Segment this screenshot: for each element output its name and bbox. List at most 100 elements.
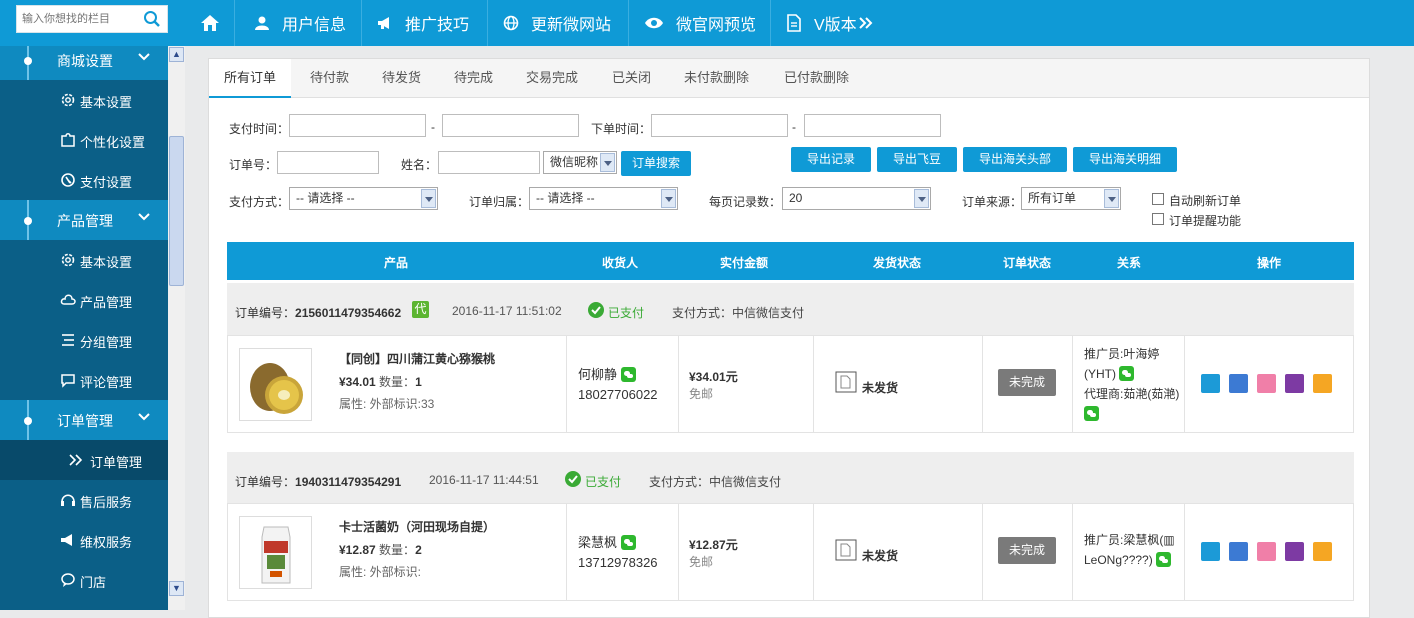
order-status-button[interactable]: 未完成 xyxy=(998,369,1056,396)
dai-badge: 代 xyxy=(412,301,429,318)
reminder-checkbox[interactable] xyxy=(1152,213,1164,225)
home-button[interactable] xyxy=(185,0,235,46)
pay-method-select[interactable]: -- 请选择 -- xyxy=(289,187,438,210)
auto-refresh-checkbox[interactable] xyxy=(1152,193,1164,205)
sidebar-group-label: 订单管理 xyxy=(57,413,113,429)
tab-completed[interactable]: 交易完成 xyxy=(526,59,578,98)
product-image[interactable] xyxy=(239,516,312,589)
nav-user-info[interactable]: 用户信息 xyxy=(236,0,362,46)
order-time-start-input[interactable] xyxy=(651,114,788,137)
product-price: ¥12.87 xyxy=(339,543,376,557)
truck-icon[interactable] xyxy=(1285,542,1304,561)
order-owner-label: 订单归属： xyxy=(469,195,530,209)
sidebar-group-mall-settings[interactable]: 商城设置 xyxy=(0,46,168,80)
product-name[interactable]: 卡士活菌奶（河田现场自提） xyxy=(339,518,495,535)
order-status-button[interactable]: 未完成 xyxy=(998,537,1056,564)
order-owner-select[interactable]: -- 请选择 -- xyxy=(529,187,678,210)
pencil-icon[interactable] xyxy=(1257,542,1276,561)
order-search-button[interactable]: 订单搜索 xyxy=(621,151,691,176)
search-box[interactable] xyxy=(16,5,168,33)
puzzle-icon xyxy=(61,133,75,147)
wechat-icon[interactable] xyxy=(620,367,636,382)
sidebar-scrollbar[interactable]: ▲ ▼ xyxy=(168,46,185,610)
wechat-icon[interactable] xyxy=(620,535,636,550)
tab-unpaid-deleted[interactable]: 未付款删除 xyxy=(684,59,749,98)
edit-order-icon[interactable] xyxy=(1229,374,1248,393)
reminder-label: 订单提醒功能 xyxy=(1169,214,1242,228)
sidebar-item-product-basic-settings[interactable]: 基本设置 xyxy=(0,240,168,280)
page-size-select[interactable]: 20 xyxy=(782,187,931,210)
truck-icon[interactable] xyxy=(1285,374,1304,393)
double-chevron-icon xyxy=(858,17,873,29)
sidebar-item-products[interactable]: 产品管理 xyxy=(0,280,168,320)
nav-update-site[interactable]: 更新微网站 xyxy=(488,0,629,46)
tab-pending-payment[interactable]: 待付款 xyxy=(310,59,349,98)
sidebar-group-product-management[interactable]: 产品管理 xyxy=(0,200,168,240)
wechat-icon[interactable] xyxy=(1119,366,1135,381)
export-records-button[interactable]: 导出记录 xyxy=(791,147,871,172)
nav-label: 推广技巧 xyxy=(405,17,470,34)
sidebar-item-groups[interactable]: 分组管理 xyxy=(0,320,168,360)
product-qty: 2 xyxy=(415,543,422,557)
name-type-select[interactable]: 微信昵称 xyxy=(543,151,617,174)
tab-all-orders[interactable]: 所有订单 xyxy=(209,59,291,98)
sidebar-item-personalize[interactable]: 个性化设置 xyxy=(0,120,168,160)
gear-icon xyxy=(61,253,75,267)
order-no-label: 订单号： xyxy=(229,158,278,172)
sidebar-group-order-management[interactable]: 订单管理 xyxy=(0,400,168,440)
search-icon[interactable] xyxy=(143,10,161,28)
name-input[interactable] xyxy=(438,151,540,174)
wechat-icon[interactable] xyxy=(1084,406,1099,421)
view-order-icon[interactable] xyxy=(1201,374,1220,393)
tab-closed[interactable]: 已关闭 xyxy=(612,59,651,98)
sidebar-item-orders[interactable]: 订单管理 xyxy=(0,440,168,480)
nav-label: V版本 xyxy=(814,17,857,34)
tab-pending-complete[interactable]: 待完成 xyxy=(454,59,493,98)
scroll-down-arrow[interactable]: ▼ xyxy=(169,581,184,596)
pay-time-end-input[interactable] xyxy=(442,114,579,137)
sidebar-group-label: 产品管理 xyxy=(57,213,113,229)
top-bar: 用户信息 推广技巧 更新微网站 微官网预览 V版本 xyxy=(0,0,1414,46)
sidebar-item-basic-settings[interactable]: 基本设置 xyxy=(0,80,168,120)
sidebar-item-store[interactable]: 门店 xyxy=(0,560,168,600)
tab-pending-shipment[interactable]: 待发货 xyxy=(382,59,421,98)
export-customs-header-button[interactable]: 导出海关头部 xyxy=(963,147,1067,172)
ship-status-cell: 未发货 xyxy=(814,504,983,600)
sidebar-item-label: 维权服务 xyxy=(80,535,133,550)
paid-status: 已支付 xyxy=(585,475,622,489)
scroll-up-arrow[interactable]: ▲ xyxy=(169,47,184,62)
nav-version[interactable]: V版本 xyxy=(771,0,891,46)
tab-paid-deleted[interactable]: 已付款删除 xyxy=(784,59,849,98)
export-feidou-button[interactable]: 导出飞豆 xyxy=(877,147,957,172)
source-label: 订单来源： xyxy=(962,195,1023,209)
note-icon[interactable] xyxy=(1313,542,1332,561)
ship-status-cell: 未发货 xyxy=(814,336,983,432)
order-header: 订单编号：2156011479354662 代 2016-11-17 11:51… xyxy=(227,283,1354,337)
scroll-thumb[interactable] xyxy=(169,136,184,286)
sidebar-item-payment-settings[interactable]: 支付设置 xyxy=(0,160,168,200)
nav-promo-tips[interactable]: 推广技巧 xyxy=(362,0,488,46)
sidebar-item-label: 个性化设置 xyxy=(80,135,146,150)
pay-time-start-input[interactable] xyxy=(289,114,426,137)
note-icon[interactable] xyxy=(1313,374,1332,393)
export-customs-detail-button[interactable]: 导出海关明细 xyxy=(1073,147,1177,172)
product-name[interactable]: 【同创】四川蒲江黄心猕猴桃 xyxy=(339,350,495,367)
ship-status: 未发货 xyxy=(862,549,899,563)
wechat-icon[interactable] xyxy=(1156,552,1172,567)
product-cell: 【同创】四川蒲江黄心猕猴桃 ¥34.01 数量：1 属性: 外部标识:33 xyxy=(228,336,567,432)
sidebar-item-comments[interactable]: 评论管理 xyxy=(0,360,168,400)
product-image[interactable] xyxy=(239,348,312,421)
receiver-phone: 18027706022 xyxy=(578,387,658,402)
edit-order-icon[interactable] xyxy=(1229,542,1248,561)
view-order-icon[interactable] xyxy=(1201,542,1220,561)
sidebar-item-after-sales[interactable]: 售后服务 xyxy=(0,480,168,520)
pay-method-label: 支付方式： xyxy=(229,195,290,209)
order-time-end-input[interactable] xyxy=(804,114,941,137)
sidebar-item-rights[interactable]: 维权服务 xyxy=(0,520,168,560)
search-input[interactable] xyxy=(17,6,137,32)
order-no-input[interactable] xyxy=(277,151,379,174)
nav-site-preview[interactable]: 微官网预览 xyxy=(629,0,771,46)
receiver-name: 何柳静 xyxy=(578,367,618,382)
pencil-icon[interactable] xyxy=(1257,374,1276,393)
source-select[interactable]: 所有订单 xyxy=(1021,187,1121,210)
